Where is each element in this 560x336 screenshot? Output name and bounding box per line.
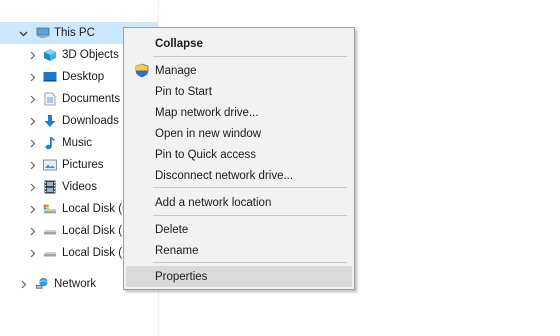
tree-label-music: Music xyxy=(62,137,93,149)
menu-label-delete: Delete xyxy=(155,223,189,236)
menu-item-pin-quick-access[interactable]: Pin to Quick access xyxy=(126,144,352,165)
picture-icon xyxy=(43,158,57,172)
tree-label-local-disk-c: Local Disk (C xyxy=(62,203,131,215)
network-icon xyxy=(35,277,49,291)
menu-item-collapse[interactable]: Collapse xyxy=(126,33,352,54)
tree-label-documents: Documents xyxy=(62,93,121,105)
context-menu: Collapse Manage Pin to Start Map network… xyxy=(123,27,355,290)
menu-item-pin-to-start[interactable]: Pin to Start xyxy=(126,81,352,102)
chevron-right-icon[interactable] xyxy=(27,72,37,82)
shield-icon xyxy=(134,63,150,79)
chevron-right-icon[interactable] xyxy=(27,50,37,60)
download-arrow-icon xyxy=(43,114,57,128)
menu-label-open-new-window: Open in new window xyxy=(155,127,262,140)
tree-label-local-disk-e: Local Disk (E xyxy=(62,247,130,259)
drive-icon xyxy=(43,246,57,260)
chevron-right-icon[interactable] xyxy=(18,279,28,289)
tree-label-pictures: Pictures xyxy=(62,159,104,171)
menu-label-add-network-location: Add a network location xyxy=(155,196,272,209)
menu-item-add-network-location[interactable]: Add a network location xyxy=(126,192,352,213)
chevron-right-icon[interactable] xyxy=(27,160,37,170)
menu-item-disconnect-network-drive[interactable]: Disconnect network drive... xyxy=(126,165,352,186)
tree-label-downloads: Downloads xyxy=(62,115,119,127)
chevron-right-icon[interactable] xyxy=(27,226,37,236)
tree-label-this-pc: This PC xyxy=(54,27,95,39)
tree-label-desktop: Desktop xyxy=(62,71,105,83)
chevron-right-icon[interactable] xyxy=(27,182,37,192)
menu-label-manage: Manage xyxy=(155,64,197,77)
menu-separator xyxy=(153,187,347,188)
menu-label-pin-quick-access: Pin to Quick access xyxy=(155,148,256,161)
menu-separator xyxy=(153,56,347,57)
monitor-icon xyxy=(36,26,50,40)
chevron-right-icon[interactable] xyxy=(27,248,37,258)
menu-label-collapse: Collapse xyxy=(155,37,203,50)
menu-item-properties[interactable]: Properties xyxy=(126,266,352,287)
system-drive-icon xyxy=(43,202,57,216)
document-icon xyxy=(43,92,57,106)
desktop-icon xyxy=(43,70,57,84)
menu-separator xyxy=(153,262,347,263)
menu-item-rename[interactable]: Rename xyxy=(126,240,352,261)
menu-item-open-new-window[interactable]: Open in new window xyxy=(126,123,352,144)
tree-label-network: Network xyxy=(54,278,97,290)
menu-label-pin-to-start: Pin to Start xyxy=(155,85,212,98)
menu-label-disconnect-network-drive: Disconnect network drive... xyxy=(155,169,294,182)
drive-icon xyxy=(43,224,57,238)
tree-label-local-disk-d: Local Disk (D xyxy=(62,225,131,237)
tree-label-3d-objects: 3D Objects xyxy=(62,49,119,61)
menu-item-manage[interactable]: Manage xyxy=(126,60,352,81)
tree-label-videos: Videos xyxy=(62,181,97,193)
music-note-icon xyxy=(43,136,57,150)
menu-label-rename: Rename xyxy=(155,244,199,257)
chevron-right-icon[interactable] xyxy=(27,204,37,214)
menu-label-properties: Properties xyxy=(155,270,208,283)
chevron-down-icon[interactable] xyxy=(18,28,28,38)
chevron-right-icon[interactable] xyxy=(27,116,37,126)
chevron-right-icon[interactable] xyxy=(27,94,37,104)
menu-item-delete[interactable]: Delete xyxy=(126,219,352,240)
menu-separator xyxy=(153,215,347,216)
cube-icon xyxy=(43,48,57,62)
menu-label-map-network-drive: Map network drive... xyxy=(155,106,259,119)
film-icon xyxy=(43,180,57,194)
menu-item-map-network-drive[interactable]: Map network drive... xyxy=(126,102,352,123)
chevron-right-icon[interactable] xyxy=(27,138,37,148)
